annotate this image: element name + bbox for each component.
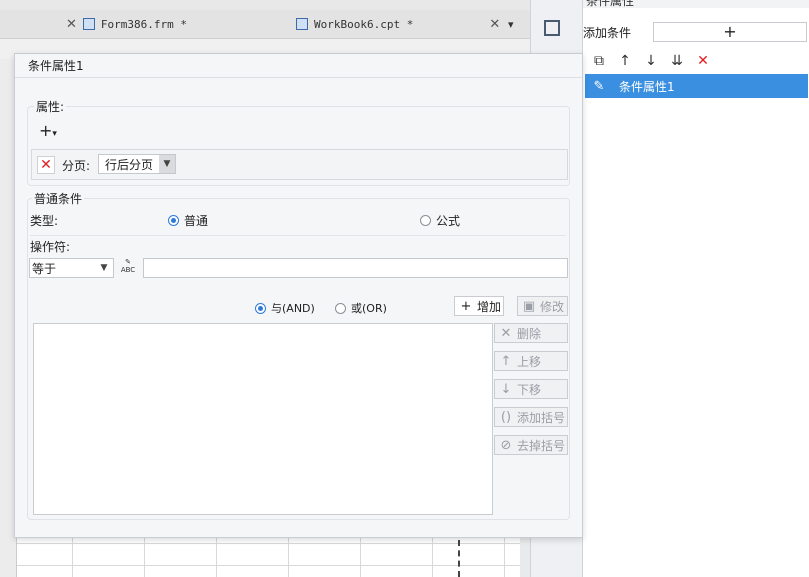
radio-label: 或(OR) xyxy=(351,302,387,315)
modify-button[interactable]: ▣ 修改 xyxy=(517,296,568,316)
chevron-down-icon: ▾ xyxy=(52,129,57,139)
pagination-value: 行后分页 xyxy=(105,157,154,172)
close-icon: ✕ xyxy=(500,325,512,341)
close-icon[interactable]: ✕ xyxy=(695,53,711,69)
button-label: 增加 xyxy=(477,299,502,314)
pencil-icon: ✎ xyxy=(593,78,605,94)
button-label: 去掉括号 xyxy=(517,438,566,453)
logic-radio-and[interactable]: 与(AND) xyxy=(255,300,315,316)
radio-label: 普通 xyxy=(184,214,209,228)
operator-select[interactable]: 等于 ▼ xyxy=(29,258,114,278)
arrow-down-icon: ↓ xyxy=(500,381,512,397)
remove-bracket-icon: ⊘ xyxy=(500,437,512,453)
condition-list-box[interactable] xyxy=(33,323,493,515)
remove-property-button[interactable]: ✕ xyxy=(37,156,55,174)
edit-icon: ▣ xyxy=(522,298,536,314)
pagination-select[interactable]: 行后分页 ▼ xyxy=(98,154,176,174)
form-file-icon xyxy=(82,18,95,30)
condition-panel-title: 条件属性 xyxy=(586,0,635,8)
property-group-label: 属性: xyxy=(34,98,67,115)
tab-label: Form386.frm * xyxy=(100,17,187,31)
condition-item-label: 条件属性1 xyxy=(619,79,675,94)
operator-value: 等于 xyxy=(32,261,57,276)
page-break-line xyxy=(458,540,460,577)
editor-tab-bar: ✕ Form386.frm * WorkBook6.cpt * ✕ ▾ xyxy=(0,10,530,39)
tab-form386[interactable]: ✕ Form386.frm * xyxy=(66,10,187,38)
divider xyxy=(30,235,566,236)
move-down-button[interactable]: ↓ 下移 xyxy=(494,379,568,399)
add-condition-button[interactable]: + xyxy=(653,22,807,42)
workbook-file-icon xyxy=(296,18,308,30)
tab-menu-dropdown[interactable]: ▾ xyxy=(508,10,514,38)
arrow-up-icon: ↑ xyxy=(500,353,512,369)
type-radio-normal[interactable]: 普通 xyxy=(168,212,208,229)
copy-icon[interactable]: ⧉ xyxy=(591,53,607,69)
arrow-down-icon[interactable]: ↓ xyxy=(643,53,659,69)
add-property-button[interactable]: +▾ xyxy=(39,122,69,142)
window-top-bar xyxy=(0,0,530,10)
radio-unselected-icon xyxy=(335,302,346,314)
tab-label: WorkBook6.cpt * xyxy=(314,17,414,31)
condition-list-item-selected[interactable]: ✎ 条件属性1 xyxy=(585,74,808,98)
type-label: 类型: xyxy=(30,214,59,228)
add-button[interactable]: + 增加 xyxy=(454,296,504,316)
chevron-down-icon: ▼ xyxy=(159,155,175,173)
button-label: 添加括号 xyxy=(517,410,566,425)
button-label: 删除 xyxy=(517,326,542,341)
button-label: 修改 xyxy=(540,299,565,314)
add-bracket-button[interactable]: () 添加括号 xyxy=(494,407,568,427)
operand-input[interactable] xyxy=(143,258,568,278)
tab-workbook6[interactable]: WorkBook6.cpt * ✕ xyxy=(296,10,500,38)
radio-selected-icon xyxy=(255,302,266,314)
move-up-button[interactable]: ↑ 上移 xyxy=(494,351,568,371)
delete-button[interactable]: ✕ 删除 xyxy=(494,323,568,343)
move-bottom-icon[interactable]: ⇊ xyxy=(669,53,685,69)
common-condition-label: 普通条件 xyxy=(32,190,85,207)
remove-bracket-button[interactable]: ⊘ 去掉括号 xyxy=(494,435,568,455)
button-label: 下移 xyxy=(517,382,542,397)
close-icon[interactable]: ✕ xyxy=(66,17,77,32)
pagination-label: 分页: xyxy=(62,159,91,173)
button-label: 上移 xyxy=(517,354,542,369)
plus-icon: + xyxy=(39,121,53,140)
operator-label: 操作符: xyxy=(30,240,71,254)
value-type-icon[interactable]: ✎ ABC xyxy=(118,258,138,278)
close-icon[interactable]: ✕ xyxy=(489,17,500,32)
logic-radio-or[interactable]: 或(OR) xyxy=(335,300,387,316)
radio-unselected-icon xyxy=(420,215,431,226)
bracket-icon: () xyxy=(500,409,512,425)
radio-label: 与(AND) xyxy=(271,302,315,315)
cell-layout-icon[interactable] xyxy=(544,20,560,36)
chevron-down-icon: ▼ xyxy=(100,263,108,273)
divider xyxy=(15,77,582,78)
dropdown-icon: ▾ xyxy=(508,17,514,31)
radio-label: 公式 xyxy=(436,214,461,228)
plus-icon: + xyxy=(460,298,472,314)
add-condition-label: 添加条件 xyxy=(583,26,632,40)
condition-toolbar: ⧉ ↑ ↓ ⇊ ✕ xyxy=(583,50,809,72)
radio-selected-icon xyxy=(168,215,179,226)
dialog-title: 条件属性1 xyxy=(28,59,84,73)
arrow-up-icon[interactable]: ↑ xyxy=(617,53,633,69)
type-radio-formula[interactable]: 公式 xyxy=(420,212,460,229)
